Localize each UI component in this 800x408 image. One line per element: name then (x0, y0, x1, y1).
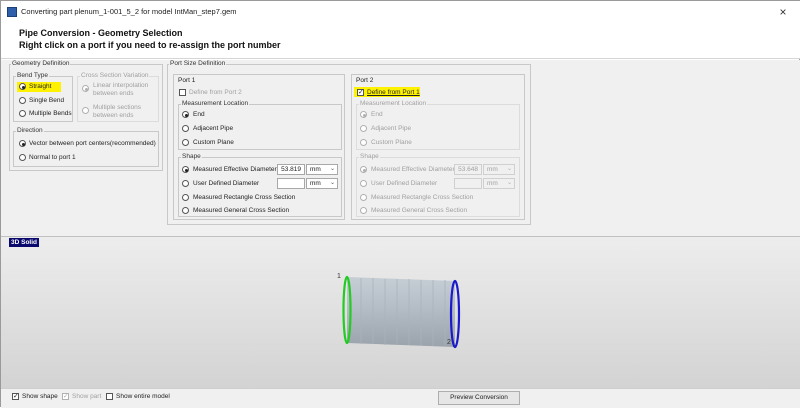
direction-normal-label: Normal to port 1 (29, 154, 76, 161)
port2-effective-unit-select[interactable]: mm ⌄ (483, 164, 515, 175)
port2-user-diameter-field[interactable] (454, 178, 482, 189)
port2-effective-unit-value: mm (487, 166, 498, 173)
page-subtitle: Right click on a port if you need to re-… (19, 40, 281, 50)
window-title: Converting part plenum_1-001_5_2 for mod… (21, 7, 237, 16)
chevron-down-icon: ⌄ (506, 166, 512, 172)
port2-label: Port 2 (356, 77, 374, 84)
geometry-definition-label: Geometry Definition (11, 60, 71, 67)
page-title: Pipe Conversion - Geometry Selection (19, 28, 183, 38)
show-shape-checkbox[interactable]: ✓ (12, 393, 19, 400)
chevron-down-icon: ⌄ (506, 180, 512, 186)
port1-effective-diameter-field[interactable]: 53.819 (277, 164, 305, 175)
bend-straight-radio[interactable] (19, 83, 26, 90)
dialog-window: Converting part plenum_1-001_5_2 for mod… (0, 0, 800, 408)
port2-end-radio[interactable] (360, 111, 367, 118)
port1-user-diameter-field[interactable] (277, 178, 305, 189)
pipe-model[interactable]: 1 2 (331, 269, 471, 359)
port2-marker: 2 (447, 339, 451, 346)
port2-rect-section-radio[interactable] (360, 194, 367, 201)
port2-define-from-label: Define from Port 1 (367, 89, 420, 96)
port2-general-section-label: Measured General Cross Section (371, 207, 468, 214)
port2-general-section-radio[interactable] (360, 207, 367, 214)
port2-custom-label: Custom Plane (371, 139, 412, 146)
port2-user-unit-select[interactable]: mm ⌄ (483, 178, 515, 189)
pipe-body (347, 277, 455, 347)
bend-multiple-radio[interactable] (19, 110, 26, 117)
bend-single-label: Single Bend (29, 97, 65, 104)
port1-effective-unit-value: mm (310, 166, 321, 173)
port1-end-label: End (193, 111, 205, 118)
port1-measurement-label: Measurement Location (181, 100, 250, 107)
port-size-definition-label: Port Size Definition (169, 60, 227, 67)
direction-group (13, 131, 159, 167)
port1-end-radio[interactable] (182, 111, 189, 118)
port1-rect-section-radio[interactable] (182, 194, 189, 201)
show-entire-model-checkbox[interactable] (106, 393, 113, 400)
port2-effective-diameter-radio[interactable] (360, 166, 367, 173)
bend-multiple-label: Multiple Bends (29, 110, 72, 117)
port2-adjacent-label: Adjacent Pipe (371, 125, 412, 132)
bend-single-radio[interactable] (19, 97, 26, 104)
port2-shape-label: Shape (359, 153, 380, 160)
port2-user-diameter-radio[interactable] (360, 180, 367, 187)
port1-user-unit-value: mm (310, 180, 321, 187)
port1-user-unit-select[interactable]: mm ⌄ (306, 178, 338, 189)
linear-interpolation-label-1: Linear interpolation (93, 82, 149, 89)
port1-effective-diameter-radio[interactable] (182, 166, 189, 173)
multiple-sections-label-1: Multiple sections (93, 104, 142, 111)
chevron-down-icon: ⌄ (329, 166, 335, 172)
show-part-checkbox[interactable]: ✓ (62, 393, 69, 400)
preview-conversion-button[interactable]: Preview Conversion (438, 391, 520, 405)
port1-general-section-radio[interactable] (182, 207, 189, 214)
port2-user-diameter-label: User Defined Diameter (371, 180, 438, 187)
direction-normal-radio[interactable] (19, 154, 26, 161)
port2-measurement-label: Measurement Location (359, 100, 428, 107)
cross-section-label: Cross Section Variation (80, 72, 150, 79)
app-icon (7, 7, 17, 17)
direction-label: Direction (16, 127, 44, 134)
port1-custom-radio[interactable] (182, 139, 189, 146)
port2-define-from-checkbox[interactable]: ✓ (357, 89, 364, 96)
linear-interpolation-label-2: between ends (93, 90, 134, 97)
port1-general-section-label: Measured General Cross Section (193, 207, 290, 214)
chevron-down-icon: ⌄ (329, 180, 335, 186)
show-shape-label: Show shape (22, 393, 58, 400)
port1-effective-diameter-label: Measured Effective Diameter (193, 166, 277, 173)
port1-shape-label: Shape (181, 153, 202, 160)
port2-user-unit-value: mm (487, 180, 498, 187)
direction-vector-radio[interactable] (19, 140, 26, 147)
port2-end-label: End (371, 111, 383, 118)
port1-marker: 1 (337, 273, 341, 280)
port2-effective-diameter-label: Measured Effective Diameter (371, 166, 455, 173)
port1-custom-label: Custom Plane (193, 139, 234, 146)
port1-rect-section-label: Measured Rectangle Cross Section (193, 194, 296, 201)
port2-custom-radio[interactable] (360, 139, 367, 146)
show-entire-model-label: Show entire model (116, 393, 170, 400)
port1-label: Port 1 (178, 77, 196, 84)
port1-user-diameter-radio[interactable] (182, 180, 189, 187)
viewport-tag: 3D Solid (9, 238, 40, 247)
bend-type-label: Bend Type (16, 72, 49, 79)
port2-rect-section-label: Measured Rectangle Cross Section (371, 194, 474, 201)
port1-define-from-label: Define from Port 2 (189, 89, 242, 96)
direction-vector-label: Vector between port centers(recommended) (29, 140, 156, 147)
multiple-sections-radio[interactable] (82, 107, 89, 114)
linear-interpolation-radio[interactable] (82, 85, 89, 92)
close-icon[interactable]: × (776, 5, 790, 19)
port1-adjacent-label: Adjacent Pipe (193, 125, 234, 132)
bend-straight-label: Straight (29, 83, 52, 90)
port1-user-diameter-label: User Defined Diameter (193, 180, 260, 187)
port1-adjacent-radio[interactable] (182, 125, 189, 132)
port2-effective-diameter-field[interactable]: 53.648 (454, 164, 482, 175)
show-part-label: Show part (72, 393, 102, 400)
port1-define-from-checkbox[interactable] (179, 89, 186, 96)
port2-adjacent-radio[interactable] (360, 125, 367, 132)
port1-effective-unit-select[interactable]: mm ⌄ (306, 164, 338, 175)
multiple-sections-label-2: between ends (93, 112, 134, 119)
